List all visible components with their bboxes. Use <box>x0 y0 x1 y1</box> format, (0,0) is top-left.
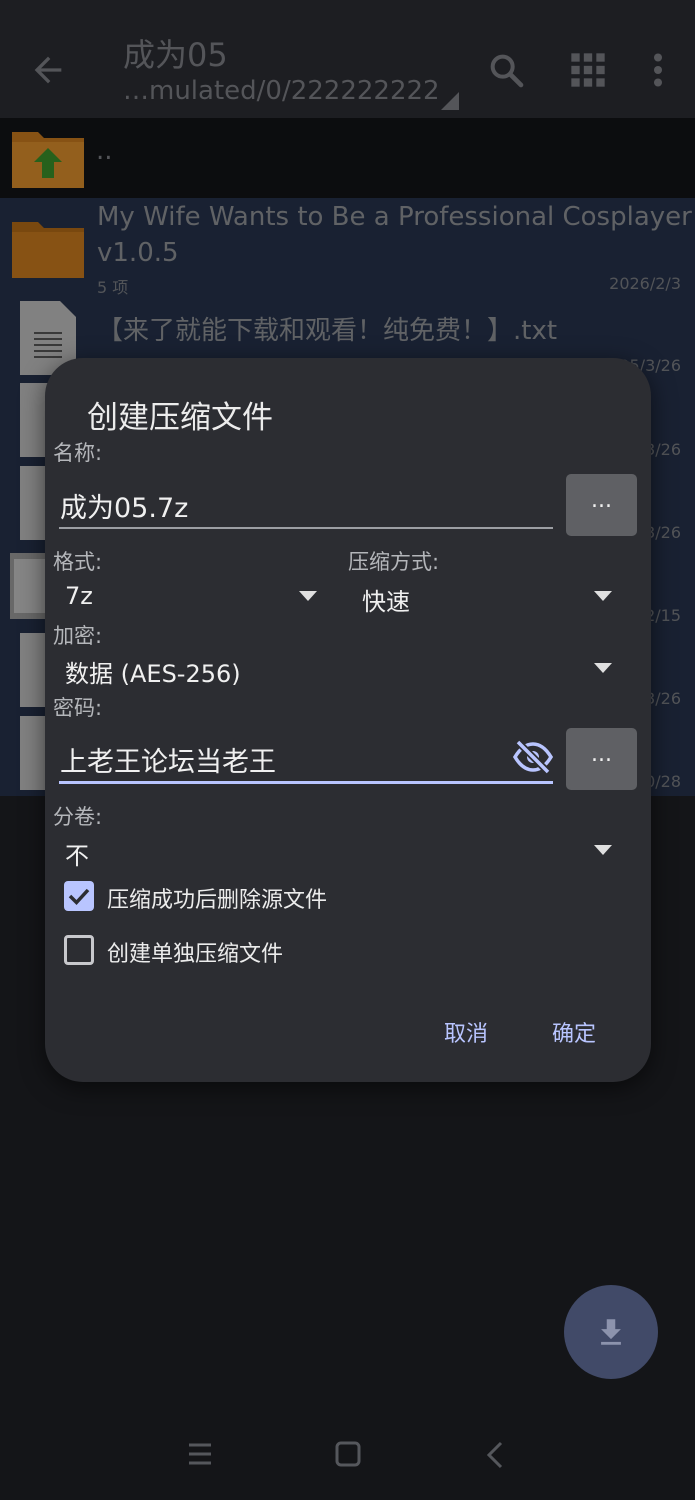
recent-apps-icon[interactable] <box>187 1440 213 1468</box>
chevron-down-icon <box>594 845 612 855</box>
separate-archive-label: 创建单独压缩文件 <box>107 942 284 967</box>
name-label: 名称: <box>53 441 103 465</box>
delete-source-checkbox[interactable] <box>64 881 94 911</box>
visibility-off-icon[interactable] <box>513 739 553 775</box>
chevron-down-icon <box>594 663 612 673</box>
nav-back-icon[interactable] <box>485 1440 505 1470</box>
split-label: 分卷: <box>53 805 103 829</box>
encrypt-label: 加密: <box>53 624 103 648</box>
password-underline <box>59 781 553 784</box>
extract-fab[interactable] <box>564 1285 658 1379</box>
name-underline <box>59 527 553 529</box>
password-value: 上老王论坛当老王 <box>60 747 276 778</box>
ok-button[interactable]: 确定 <box>552 1016 596 1048</box>
password-label: 密码: <box>53 696 103 720</box>
password-options-button[interactable]: ... <box>566 728 637 790</box>
method-label: 压缩方式: <box>348 550 440 574</box>
archive-name-value: 成为05.7z <box>60 493 189 524</box>
format-value: 7z <box>65 582 93 610</box>
chevron-down-icon <box>299 591 317 601</box>
delete-source-label: 压缩成功后删除源文件 <box>107 888 328 913</box>
cancel-button[interactable]: 取消 <box>444 1016 488 1048</box>
create-archive-dialog: 创建压缩文件 名称: 成为05.7z ... 格式: 压缩方式: 7z 快速 加… <box>45 358 651 1082</box>
separate-archive-checkbox[interactable] <box>64 935 94 965</box>
format-label: 格式: <box>53 550 103 574</box>
download-icon <box>601 1319 621 1345</box>
browse-path-button[interactable]: ... <box>566 474 637 536</box>
chevron-down-icon <box>594 591 612 601</box>
encrypt-value: 数据 (AES-256) <box>65 660 241 688</box>
method-value: 快速 <box>362 588 410 616</box>
split-value: 不 <box>65 842 89 870</box>
checkmark-icon <box>68 888 90 906</box>
dialog-title: 创建压缩文件 <box>87 400 273 436</box>
home-icon[interactable] <box>335 1440 361 1468</box>
